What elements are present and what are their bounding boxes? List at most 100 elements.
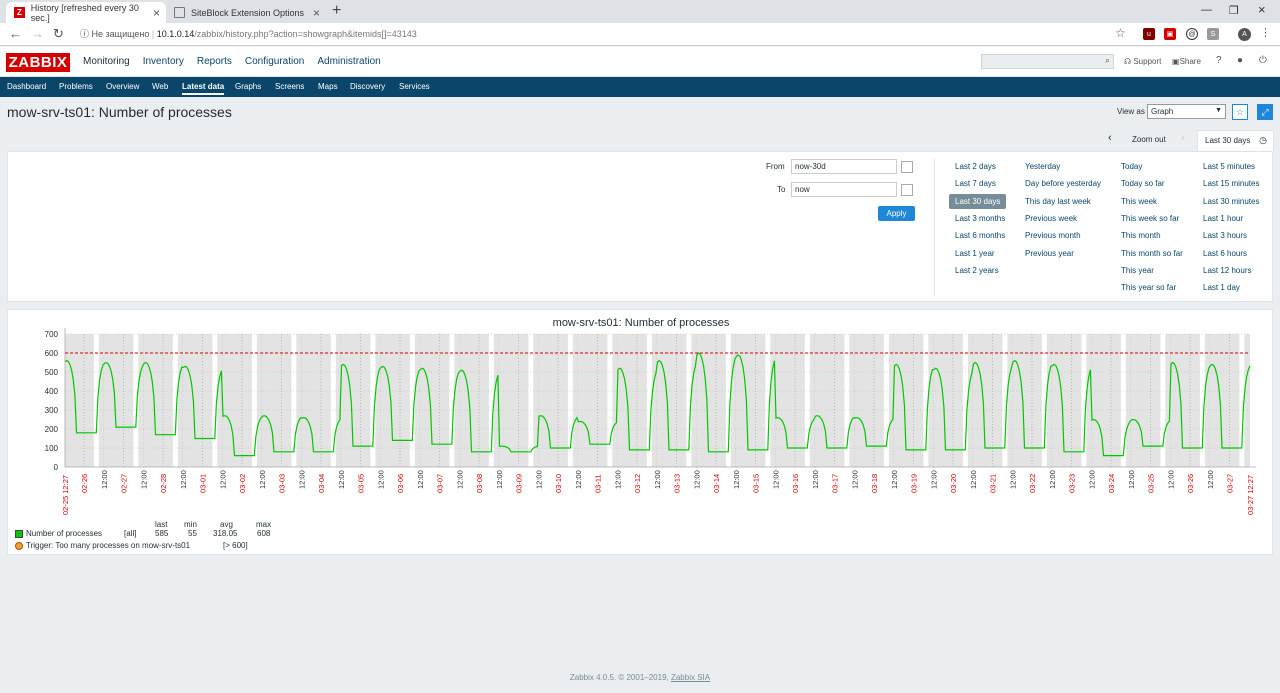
- submenu-problems[interactable]: Problems: [59, 82, 93, 91]
- submenu-latest-data[interactable]: Latest data: [182, 82, 225, 95]
- quick-link-this-month[interactable]: This month: [1121, 231, 1161, 240]
- profile-avatar[interactable]: A: [1238, 28, 1251, 41]
- user-profile-icon[interactable]: ●: [1237, 55, 1243, 66]
- x-day-label: 03-19: [910, 474, 919, 493]
- submenu-screens[interactable]: Screens: [275, 82, 304, 91]
- extension-icon[interactable]: S: [1207, 28, 1219, 40]
- restore-icon[interactable]: ❐: [1229, 4, 1239, 17]
- x-day-label: 03-09: [515, 474, 524, 493]
- add-to-favourites-button[interactable]: ☆: [1232, 104, 1248, 120]
- x-time-label: 12:00: [258, 470, 267, 489]
- quick-link-this-day-last-week[interactable]: This day last week: [1025, 197, 1091, 206]
- clock-icon: ◷: [1259, 135, 1267, 145]
- fullscreen-button[interactable]: ⤢: [1257, 104, 1273, 120]
- quick-link-last-5-minutes[interactable]: Last 5 minutes: [1203, 162, 1255, 171]
- quick-link-last-2-years[interactable]: Last 2 years: [955, 266, 999, 275]
- back-icon[interactable]: ←: [9, 26, 22, 41]
- quick-link-last-7-days[interactable]: Last 7 days: [955, 179, 996, 188]
- x-time-label: 12:00: [692, 470, 701, 489]
- from-input[interactable]: now-30d: [791, 159, 897, 174]
- view-as-select[interactable]: Graph ▼: [1147, 104, 1226, 119]
- submenu-discovery[interactable]: Discovery: [350, 82, 385, 91]
- minimize-icon[interactable]: —: [1201, 4, 1212, 16]
- quick-link-today[interactable]: Today: [1121, 162, 1142, 171]
- extension-icon[interactable]: @: [1186, 28, 1198, 40]
- quick-link-previous-year[interactable]: Previous year: [1025, 249, 1074, 258]
- x-day-label: 03-13: [673, 474, 682, 493]
- search-icon[interactable]: ⌕: [1105, 55, 1110, 66]
- apply-button[interactable]: Apply: [878, 206, 915, 221]
- ublock-icon[interactable]: u: [1143, 28, 1155, 40]
- quick-link-last-30-days[interactable]: Last 30 days: [949, 193, 1007, 209]
- search-input[interactable]: ⌕: [981, 54, 1114, 69]
- forward-icon[interactable]: →: [31, 26, 44, 41]
- quick-link-last-6-hours[interactable]: Last 6 hours: [1203, 249, 1247, 258]
- calendar-icon[interactable]: [901, 184, 913, 196]
- calendar-icon[interactable]: [901, 161, 913, 173]
- menu-administration[interactable]: Administration: [317, 56, 380, 67]
- url-field[interactable]: ⓘ Не защищено | 10.1.0.14/zabbix/history…: [80, 27, 417, 40]
- close-tab-icon[interactable]: ×: [153, 6, 160, 20]
- submenu-graphs[interactable]: Graphs: [235, 82, 261, 91]
- bookmark-star-icon[interactable]: ☆: [1115, 26, 1126, 40]
- quick-link-last-12-hours[interactable]: Last 12 hours: [1203, 266, 1251, 275]
- quick-link-last-3-months[interactable]: Last 3 months: [955, 214, 1005, 223]
- time-period-tab[interactable]: Last 30 days ◷: [1197, 130, 1274, 151]
- zabbix-sia-link[interactable]: Zabbix SIA: [671, 673, 710, 682]
- quick-link-today-so-far[interactable]: Today so far: [1121, 179, 1165, 188]
- extension-icon[interactable]: ▣: [1164, 28, 1176, 40]
- x-day-label: 03-26: [1186, 474, 1195, 493]
- quick-link-last-2-days[interactable]: Last 2 days: [955, 162, 996, 171]
- legend-header-max: max: [256, 520, 272, 529]
- quick-link-previous-week[interactable]: Previous week: [1025, 214, 1077, 223]
- x-time-label: 12:00: [218, 470, 227, 489]
- quick-link-last-1-hour[interactable]: Last 1 hour: [1203, 214, 1243, 223]
- quick-link-this-year-so-far[interactable]: This year so far: [1121, 283, 1176, 292]
- submenu-maps[interactable]: Maps: [318, 82, 338, 91]
- quick-link-this-month-so-far[interactable]: This month so far: [1121, 249, 1183, 258]
- fullscreen-icon: ⤢: [1261, 106, 1269, 117]
- quick-link-last-15-minutes[interactable]: Last 15 minutes: [1203, 179, 1259, 188]
- close-window-icon[interactable]: ×: [1258, 2, 1266, 17]
- zabbix-logo[interactable]: ZABBIX: [6, 53, 70, 72]
- share-icon: ▣: [1172, 57, 1180, 66]
- browser-menu-icon[interactable]: ⋮: [1260, 26, 1271, 39]
- quick-link-this-week-so-far[interactable]: This week so far: [1121, 214, 1179, 223]
- zabbix-favicon-icon: Z: [14, 7, 25, 18]
- menu-configuration[interactable]: Configuration: [245, 56, 304, 67]
- submenu-dashboard[interactable]: Dashboard: [7, 82, 46, 91]
- submenu-web[interactable]: Web: [152, 82, 168, 91]
- y-tick-label: 500: [45, 368, 59, 377]
- quick-link-this-week[interactable]: This week: [1121, 197, 1157, 206]
- x-day-label: 03-14: [712, 474, 721, 493]
- share-link[interactable]: ▣Share: [1172, 57, 1201, 66]
- close-tab-icon[interactable]: ×: [313, 6, 320, 20]
- menu-reports[interactable]: Reports: [197, 56, 232, 67]
- new-tab-icon[interactable]: +: [332, 2, 341, 20]
- previous-period-icon[interactable]: ‹: [1108, 132, 1112, 144]
- zoom-out-button[interactable]: Zoom out: [1132, 135, 1166, 144]
- reload-icon[interactable]: ↻: [53, 26, 64, 42]
- help-icon[interactable]: ?: [1216, 55, 1222, 66]
- browser-tab-siteblock[interactable]: SiteBlock Extension Options ×: [166, 2, 326, 23]
- menu-inventory[interactable]: Inventory: [143, 56, 184, 67]
- quick-link-previous-month[interactable]: Previous month: [1025, 231, 1081, 240]
- quick-link-last-6-months[interactable]: Last 6 months: [955, 231, 1005, 240]
- x-time-label: 12:00: [1206, 470, 1215, 489]
- browser-tab-history[interactable]: Z History [refreshed every 30 sec.] ×: [6, 2, 166, 23]
- quick-link-last-1-day[interactable]: Last 1 day: [1203, 283, 1240, 292]
- to-input[interactable]: now: [791, 182, 897, 197]
- quick-link-last-3-hours[interactable]: Last 3 hours: [1203, 231, 1247, 240]
- next-period-icon[interactable]: ›: [1181, 132, 1185, 144]
- sign-out-icon[interactable]: ⏻: [1259, 55, 1267, 66]
- submenu-overview[interactable]: Overview: [106, 82, 139, 91]
- quick-link-last-1-year[interactable]: Last 1 year: [955, 249, 995, 258]
- support-link[interactable]: ☊ Support: [1124, 57, 1161, 66]
- quick-link-last-30-minutes[interactable]: Last 30 minutes: [1203, 197, 1259, 206]
- quick-link-day-before-yesterday[interactable]: Day before yesterday: [1025, 179, 1101, 188]
- quick-link-yesterday[interactable]: Yesterday: [1025, 162, 1060, 171]
- quick-link-this-year[interactable]: This year: [1121, 266, 1154, 275]
- x-time-label: 12:00: [179, 470, 188, 489]
- submenu-services[interactable]: Services: [399, 82, 430, 91]
- menu-monitoring[interactable]: Monitoring: [83, 56, 130, 67]
